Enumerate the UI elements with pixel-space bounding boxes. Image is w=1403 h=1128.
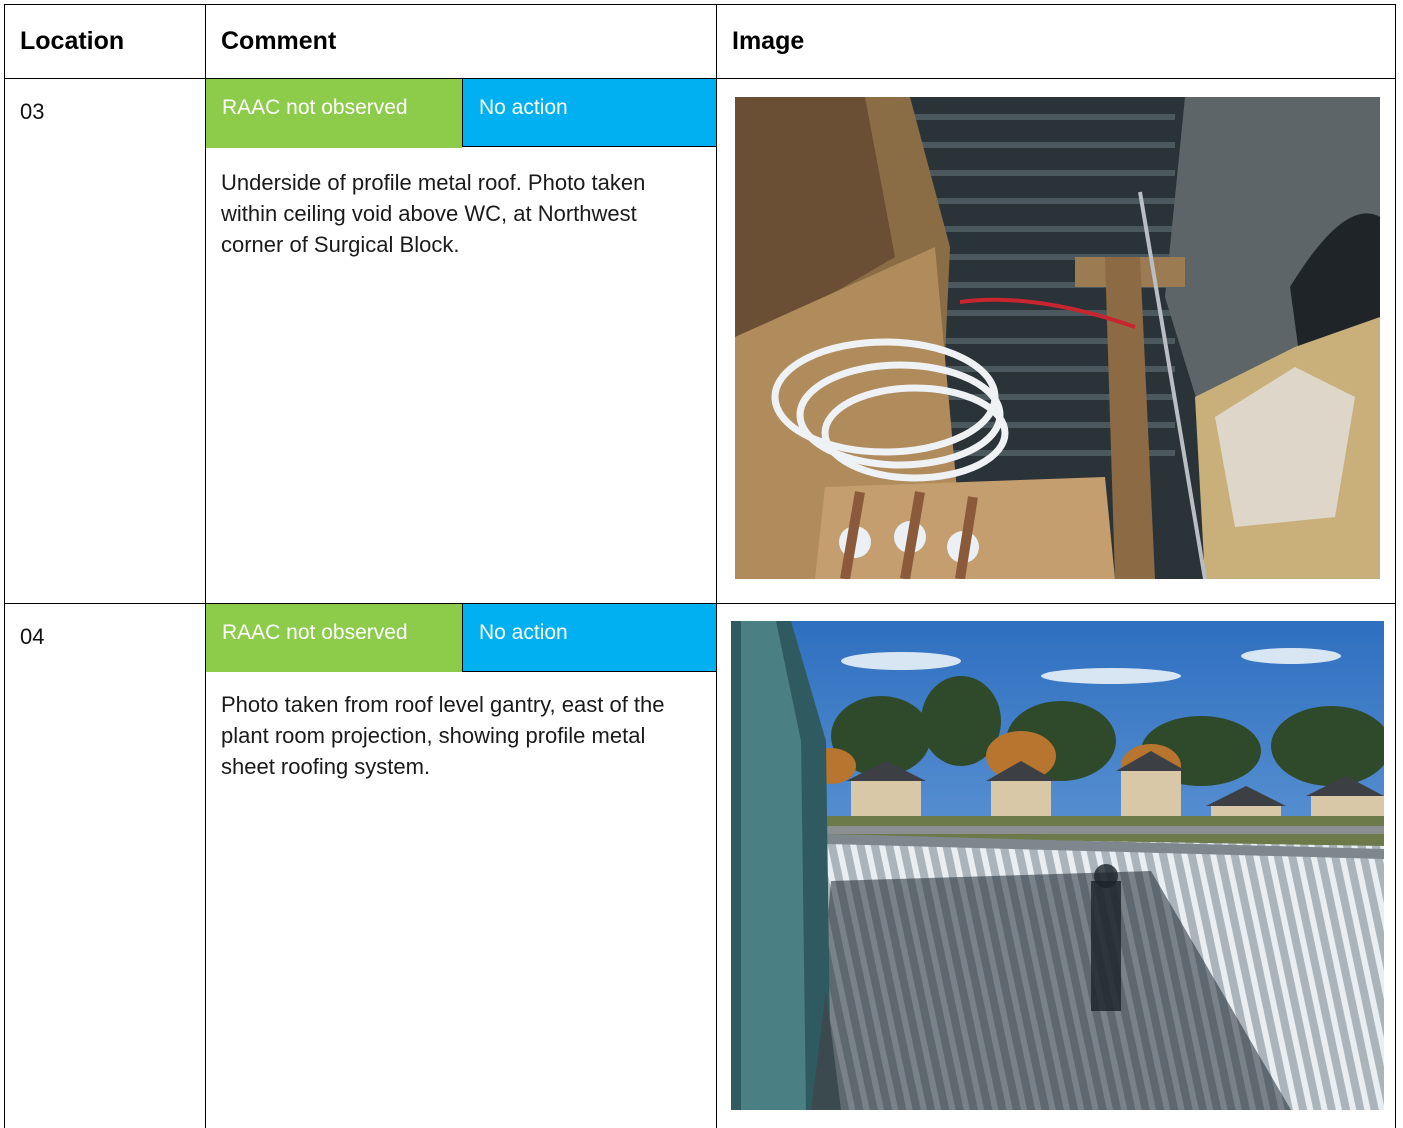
header-comment: Comment <box>221 27 337 55</box>
row-comment: Underside of profile metal roof. Photo t… <box>221 170 646 257</box>
row-comment: Photo taken from roof level gantry, east… <box>221 692 665 779</box>
header-location: Location <box>20 27 125 55</box>
roof-gantry-photo <box>731 621 1384 1110</box>
ceiling-void-photo <box>735 97 1380 579</box>
column-divider <box>716 4 717 1128</box>
action-badge: No action <box>462 604 716 672</box>
status-badge: RAAC not observed <box>206 79 462 147</box>
column-divider <box>205 4 206 1128</box>
row-location: 04 <box>20 624 45 649</box>
badge-divider <box>206 147 462 148</box>
header-image: Image <box>732 27 805 55</box>
action-badge: No action <box>462 79 716 147</box>
status-badge: RAAC not observed <box>206 604 462 672</box>
row-location: 03 <box>20 99 45 124</box>
table-right-border <box>1395 4 1396 1128</box>
